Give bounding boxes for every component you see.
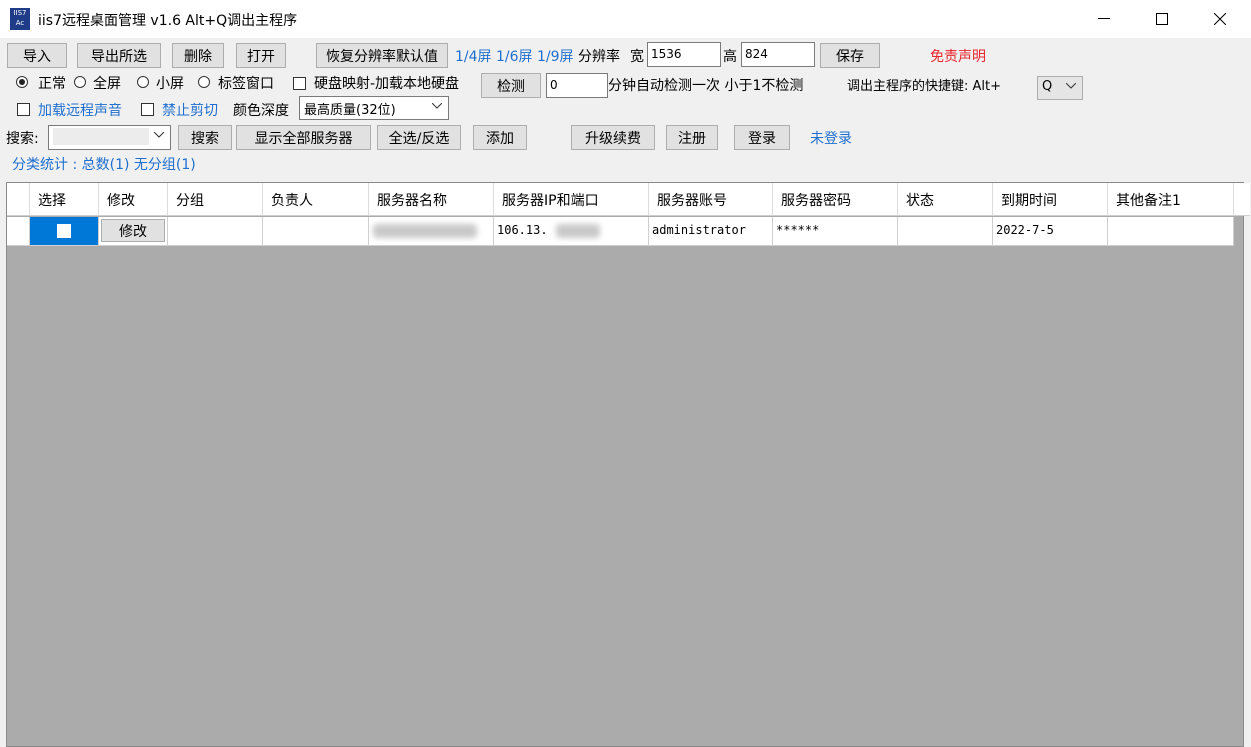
export-selected-button[interactable]: 导出所选: [77, 43, 161, 68]
width-label: 宽: [630, 49, 644, 65]
disk-mapping-label: 硬盘映射-加载本地硬盘: [314, 76, 460, 92]
add-button[interactable]: 添加: [473, 125, 527, 150]
app-icon: IIS7 Ac: [10, 8, 30, 30]
hotkey-label: 调出主程序的快捷键: Alt+: [847, 79, 1002, 94]
color-depth-label: 颜色深度: [233, 103, 289, 119]
detect-button[interactable]: 检测: [481, 73, 541, 98]
status-cell[interactable]: [898, 217, 993, 246]
hotkey-select-value: Q: [1042, 79, 1053, 94]
minimize-icon: [1098, 18, 1110, 19]
mode-small-radio[interactable]: [137, 76, 149, 88]
expire-cell[interactable]: 2022-7-5: [993, 217, 1108, 246]
upgrade-button[interactable]: 升级续费: [571, 125, 655, 150]
restore-resolution-button[interactable]: 恢复分辨率默认值: [316, 43, 448, 68]
login-status: 未登录: [810, 131, 852, 147]
category-stats: 分类统计 : 总数(1) 无分组(1): [12, 157, 196, 173]
group-cell[interactable]: [168, 217, 263, 246]
column-header[interactable]: 负责人: [263, 183, 369, 216]
edit-row-button[interactable]: 修改: [101, 219, 165, 242]
column-header[interactable]: 服务器账号: [649, 183, 773, 216]
redacted-server-name: [373, 224, 477, 238]
resolution-label: 分辨率: [578, 49, 620, 65]
redacted-server-ip: [556, 224, 600, 238]
password-cell[interactable]: ******: [773, 217, 898, 246]
column-header[interactable]: 服务器IP和端口: [494, 183, 649, 216]
open-button[interactable]: 打开: [236, 43, 286, 68]
column-header[interactable]: 服务器密码: [773, 183, 898, 216]
search-button[interactable]: 搜索: [178, 125, 232, 150]
column-header[interactable]: 到期时间: [993, 183, 1108, 216]
hotkey-select[interactable]: Q: [1037, 76, 1083, 100]
mode-fullscreen-label: 全屏: [93, 76, 121, 92]
save-button[interactable]: 保存: [820, 43, 880, 68]
title-bar: IIS7 Ac iis7远程桌面管理 v1.6 Alt+Q调出主程序: [0, 0, 1251, 38]
screen-quarter-link[interactable]: 1/4屏: [455, 46, 492, 66]
login-button[interactable]: 登录: [734, 125, 790, 150]
column-header[interactable]: 分组: [168, 183, 263, 216]
server-name-cell[interactable]: [369, 217, 494, 246]
mode-tab-radio[interactable]: [198, 76, 210, 88]
account-cell[interactable]: administrator: [649, 217, 773, 246]
header-filler: [1234, 183, 1250, 216]
import-button[interactable]: 导入: [7, 43, 67, 68]
show-all-servers-button[interactable]: 显示全部服务器: [236, 125, 371, 150]
column-header[interactable]: 修改: [99, 183, 168, 216]
column-header[interactable]: 其他备注1: [1108, 183, 1234, 216]
close-button[interactable]: [1191, 0, 1249, 38]
edit-cell: 修改: [99, 217, 168, 246]
window-title: iis7远程桌面管理 v1.6 Alt+Q调出主程序: [38, 13, 298, 29]
server-table: 选择 修改 分组 负责人 服务器名称 服务器IP和端口 服务器账号 服务器密码 …: [6, 182, 1250, 747]
server-ip-value: 106.13.: [497, 223, 548, 237]
search-input[interactable]: [48, 125, 171, 150]
chevron-down-icon: [1066, 83, 1076, 89]
maximize-icon: [1156, 13, 1168, 25]
chevron-down-icon: [154, 132, 164, 138]
detect-minutes-input[interactable]: 0: [546, 73, 608, 98]
mode-normal-radio[interactable]: [16, 76, 28, 88]
row-header[interactable]: [7, 217, 30, 246]
height-input[interactable]: 824: [741, 42, 815, 67]
disable-clipboard-label: 禁止剪切: [162, 103, 218, 119]
minimize-button[interactable]: [1075, 0, 1133, 38]
search-label: 搜索:: [6, 131, 39, 147]
color-depth-select[interactable]: 最高质量(32位): [299, 96, 449, 120]
height-label: 高: [723, 49, 737, 65]
register-button[interactable]: 注册: [666, 125, 718, 150]
row-header-corner: [7, 183, 30, 216]
disclaimer-link[interactable]: 免责声明: [930, 46, 986, 66]
row-select-checkbox[interactable]: [57, 224, 71, 238]
mode-normal-label: 正常: [38, 76, 66, 92]
color-depth-value: 最高质量(32位): [304, 103, 396, 118]
screen-ninth-link[interactable]: 1/9屏: [537, 46, 574, 66]
remote-sound-label: 加载远程声音: [38, 103, 122, 119]
mode-small-label: 小屏: [156, 76, 184, 92]
select-all-button[interactable]: 全选/反选: [377, 125, 461, 150]
disable-clipboard-checkbox[interactable]: [141, 103, 154, 116]
maximize-button[interactable]: [1133, 0, 1191, 38]
column-header[interactable]: 状态: [898, 183, 993, 216]
close-icon: [1214, 13, 1226, 25]
width-input[interactable]: 1536: [647, 42, 721, 67]
remote-sound-checkbox[interactable]: [17, 103, 30, 116]
note-cell[interactable]: [1108, 217, 1234, 246]
column-header[interactable]: 服务器名称: [369, 183, 494, 216]
server-ip-cell[interactable]: 106.13.: [494, 217, 649, 246]
disk-mapping-checkbox[interactable]: [293, 77, 306, 90]
delete-button[interactable]: 删除: [172, 43, 224, 68]
chevron-down-icon: [432, 103, 442, 109]
mode-fullscreen-radio[interactable]: [74, 76, 86, 88]
detect-hint-label: 分钟自动检测一次 小于1不检测: [608, 78, 804, 94]
screen-sixth-link[interactable]: 1/6屏: [496, 46, 533, 66]
search-input-value: [53, 128, 149, 145]
mode-tab-label: 标签窗口: [218, 76, 274, 92]
owner-cell[interactable]: [263, 217, 369, 246]
column-header[interactable]: 选择: [30, 183, 99, 216]
select-cell[interactable]: [30, 217, 99, 246]
